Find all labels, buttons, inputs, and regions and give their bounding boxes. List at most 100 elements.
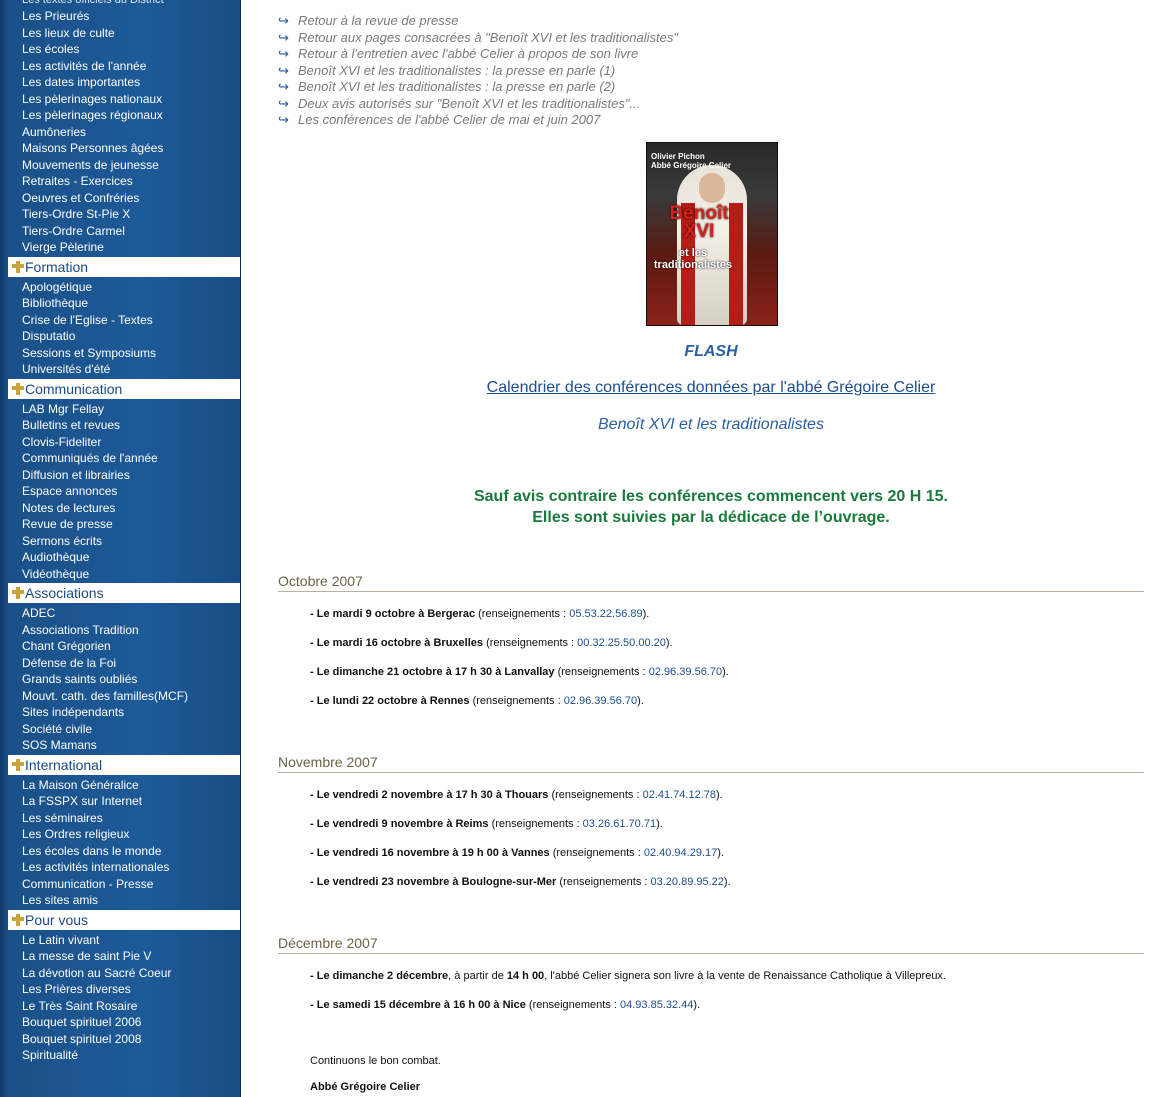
- sidebar-item[interactable]: Bouquet spirituel 2008: [8, 1031, 240, 1048]
- sidebar-section-header[interactable]: Formation: [8, 256, 240, 277]
- back-link-label: Retour à l'entretien avec l'abbé Celier …: [298, 46, 639, 61]
- sidebar-item[interactable]: SOS Mamans: [8, 737, 240, 754]
- sidebar-item[interactable]: Mouvt. cath. des familles(MCF): [8, 688, 240, 705]
- sidebar-item[interactable]: Les pèlerinages régionaux: [8, 107, 240, 124]
- back-link[interactable]: ↪ Benoît XVI et les traditionalistes : la…: [278, 63, 678, 80]
- sidebar-item[interactable]: Les Ordres religieux: [8, 826, 240, 843]
- sidebar-item[interactable]: Les écoles dans le monde: [8, 843, 240, 860]
- book-subtitle: Benoît XVI et les traditionalistes: [598, 416, 824, 433]
- sidebar-item[interactable]: Les textes officiels du District: [8, 0, 240, 8]
- cross-icon: [12, 382, 24, 396]
- sidebar-item[interactable]: Diffusion et librairies: [8, 467, 240, 484]
- sidebar-item[interactable]: Bulletins et revues: [8, 417, 240, 434]
- event-time: 14 h 00: [506, 970, 545, 982]
- book-title-sub: et les traditionalistes: [653, 247, 733, 271]
- arrow-icon: ↪: [278, 29, 289, 45]
- event-info-prefix: (renseignements :: [549, 847, 644, 859]
- sidebar-item[interactable]: Communiqués de l'année: [8, 450, 240, 467]
- sidebar-item[interactable]: Sessions et Symposiums: [8, 345, 240, 362]
- sidebar-item[interactable]: Grands saints oubliés: [8, 671, 240, 688]
- sidebar-item[interactable]: ADEC: [8, 605, 240, 622]
- sidebar-section-header[interactable]: International: [8, 754, 240, 775]
- back-link[interactable]: ↪ Retour à l'entretien avec l'abbé Celier…: [278, 46, 678, 63]
- sidebar-item[interactable]: Oeuvres et Confréries: [8, 190, 240, 207]
- sidebar-item[interactable]: La Maison Généralice: [8, 777, 240, 794]
- sidebar-item[interactable]: Les séminaires: [8, 810, 240, 827]
- sidebar-item[interactable]: La FSSPX sur Internet: [8, 793, 240, 810]
- sidebar-item[interactable]: Retraites - Exercices: [8, 173, 240, 190]
- back-link[interactable]: ↪ Retour à la revue de presse: [278, 13, 678, 30]
- sidebar-item[interactable]: Disputatio: [8, 328, 240, 345]
- back-link[interactable]: ↪ Les conférences de l'abbé Celier de mai…: [278, 112, 678, 129]
- event-row: - Le mardi 16 octobre à Bruxelles (rense…: [310, 636, 673, 650]
- sidebar-item[interactable]: Bouquet spirituel 2006: [8, 1014, 240, 1031]
- sidebar-item[interactable]: Audiothèque: [8, 549, 240, 566]
- calendar-link[interactable]: Calendrier des conférences données par l…: [278, 379, 1144, 397]
- sidebar-item[interactable]: Universités d'été: [8, 361, 240, 378]
- event-phone: 04.93.85.32.44: [620, 999, 694, 1011]
- sidebar: Les textes officiels du District Les Prie…: [0, 0, 241, 1097]
- sidebar-section-header[interactable]: Pour vous: [8, 909, 240, 930]
- sidebar-item[interactable]: Notes de lectures: [8, 500, 240, 517]
- sidebar-item[interactable]: Les sites amis: [8, 892, 240, 909]
- event-title: - Le dimanche 2 décembre: [310, 970, 449, 982]
- sidebar-item[interactable]: Défense de la Foi: [8, 655, 240, 672]
- sidebar-item[interactable]: Les dates importantes: [8, 74, 240, 91]
- sidebar-item[interactable]: Sermons écrits: [8, 533, 240, 550]
- sidebar-item[interactable]: Société civile: [8, 721, 240, 738]
- back-link[interactable]: ↪ Retour aux pages consacrées à "Benoît X…: [278, 30, 678, 47]
- back-link[interactable]: ↪ Benoît XVI et les traditionalistes : la…: [278, 79, 678, 96]
- sidebar-item[interactable]: Le Très Saint Rosaire: [8, 998, 240, 1015]
- sidebar-item[interactable]: La messe de saint Pie V: [8, 948, 240, 965]
- sidebar-item[interactable]: Les activités de l'année: [8, 58, 240, 75]
- sidebar-item[interactable]: Spiritualité: [8, 1047, 240, 1064]
- event-phone: 03.20.89.95.22: [650, 876, 724, 888]
- sidebar-item[interactable]: Sites indépendants: [8, 704, 240, 721]
- sidebar-item[interactable]: Les pèlerinages nationaux: [8, 91, 240, 108]
- sidebar-item[interactable]: Associations Tradition: [8, 622, 240, 639]
- sidebar-section-title: International: [25, 756, 103, 773]
- event-title: - Le lundi 22 octobre à Rennes: [310, 695, 470, 707]
- sidebar-item[interactable]: La dévotion au Sacré Coeur: [8, 965, 240, 982]
- sidebar-section-header[interactable]: Associations: [8, 583, 240, 603]
- arrow-icon: ↪: [278, 112, 289, 127]
- sidebar-item[interactable]: Vierge Pèlerine: [8, 239, 240, 256]
- sidebar-item[interactable]: Revue de presse: [8, 516, 240, 533]
- sidebar-item[interactable]: Vidéothèque: [8, 566, 240, 583]
- sidebar-item[interactable]: Apologétique: [8, 279, 240, 296]
- sidebar-section-header[interactable]: Communication: [8, 378, 240, 399]
- book-author-1: Olivier Pichon: [651, 152, 705, 161]
- event-phone: 02.96.39.56.70: [563, 695, 638, 707]
- sidebar-item[interactable]: Les activités internationales: [8, 859, 240, 876]
- back-link-label: Retour à la revue de presse: [298, 13, 459, 28]
- sidebar-item[interactable]: Clovis-Fideliter: [8, 434, 240, 451]
- notice-line-2: Elles sont suivies par la dédicace de l’…: [532, 509, 890, 526]
- sidebar-item[interactable]: Crise de l'Eglise - Textes: [8, 312, 240, 329]
- back-link[interactable]: ↪ Deux avis autorisés sur "Benoît XVI et …: [278, 96, 678, 113]
- event-row: - Le samedi 15 décembre à 16 h 00 à Nice…: [310, 998, 700, 1012]
- signature: Abbé Grégoire Celier: [310, 1081, 421, 1093]
- sidebar-item[interactable]: Les écoles: [8, 41, 240, 58]
- sidebar-item[interactable]: Tiers-Ordre St-Pie X: [8, 206, 240, 223]
- sidebar-item[interactable]: Bibliothèque: [8, 295, 240, 312]
- arrow-icon: ↪: [278, 79, 289, 94]
- sidebar-item[interactable]: Le Latin vivant: [8, 932, 240, 949]
- sidebar-section-title: Formation: [25, 258, 89, 275]
- sidebar-item[interactable]: Tiers-Ordre Carmel: [8, 223, 240, 240]
- sidebar-item[interactable]: Mouvements de jeunesse: [8, 157, 240, 174]
- sidebar-item[interactable]: Les lieux de culte: [8, 25, 240, 42]
- sidebar-item[interactable]: Communication - Presse: [8, 876, 240, 893]
- event-row: - Le vendredi 9 novembre à Reims (rensei…: [310, 817, 663, 831]
- sidebar-item[interactable]: Les Prieurés: [8, 8, 240, 25]
- sidebar-item[interactable]: Les Prières diverses: [8, 981, 240, 998]
- sidebar-item[interactable]: Espace annonces: [8, 483, 240, 500]
- sidebar-item[interactable]: Aumôneries: [8, 124, 240, 141]
- sidebar-item[interactable]: Maisons Personnes âgées: [8, 140, 240, 157]
- sidebar-menu: Les textes officiels du District Les Prie…: [0, 0, 240, 1064]
- sidebar-item[interactable]: Chant Grégorien: [8, 638, 240, 655]
- event-info-suffix: ).: [715, 789, 723, 801]
- sidebar-item[interactable]: LAB Mgr Fellay: [8, 401, 240, 418]
- event-row: - Le dimanche 21 octobre à 17 h 30 à Lan…: [310, 665, 729, 679]
- sidebar-section-title: Communication: [25, 380, 123, 397]
- notice-text: Sauf avis contraire les conférences comm…: [278, 486, 1144, 528]
